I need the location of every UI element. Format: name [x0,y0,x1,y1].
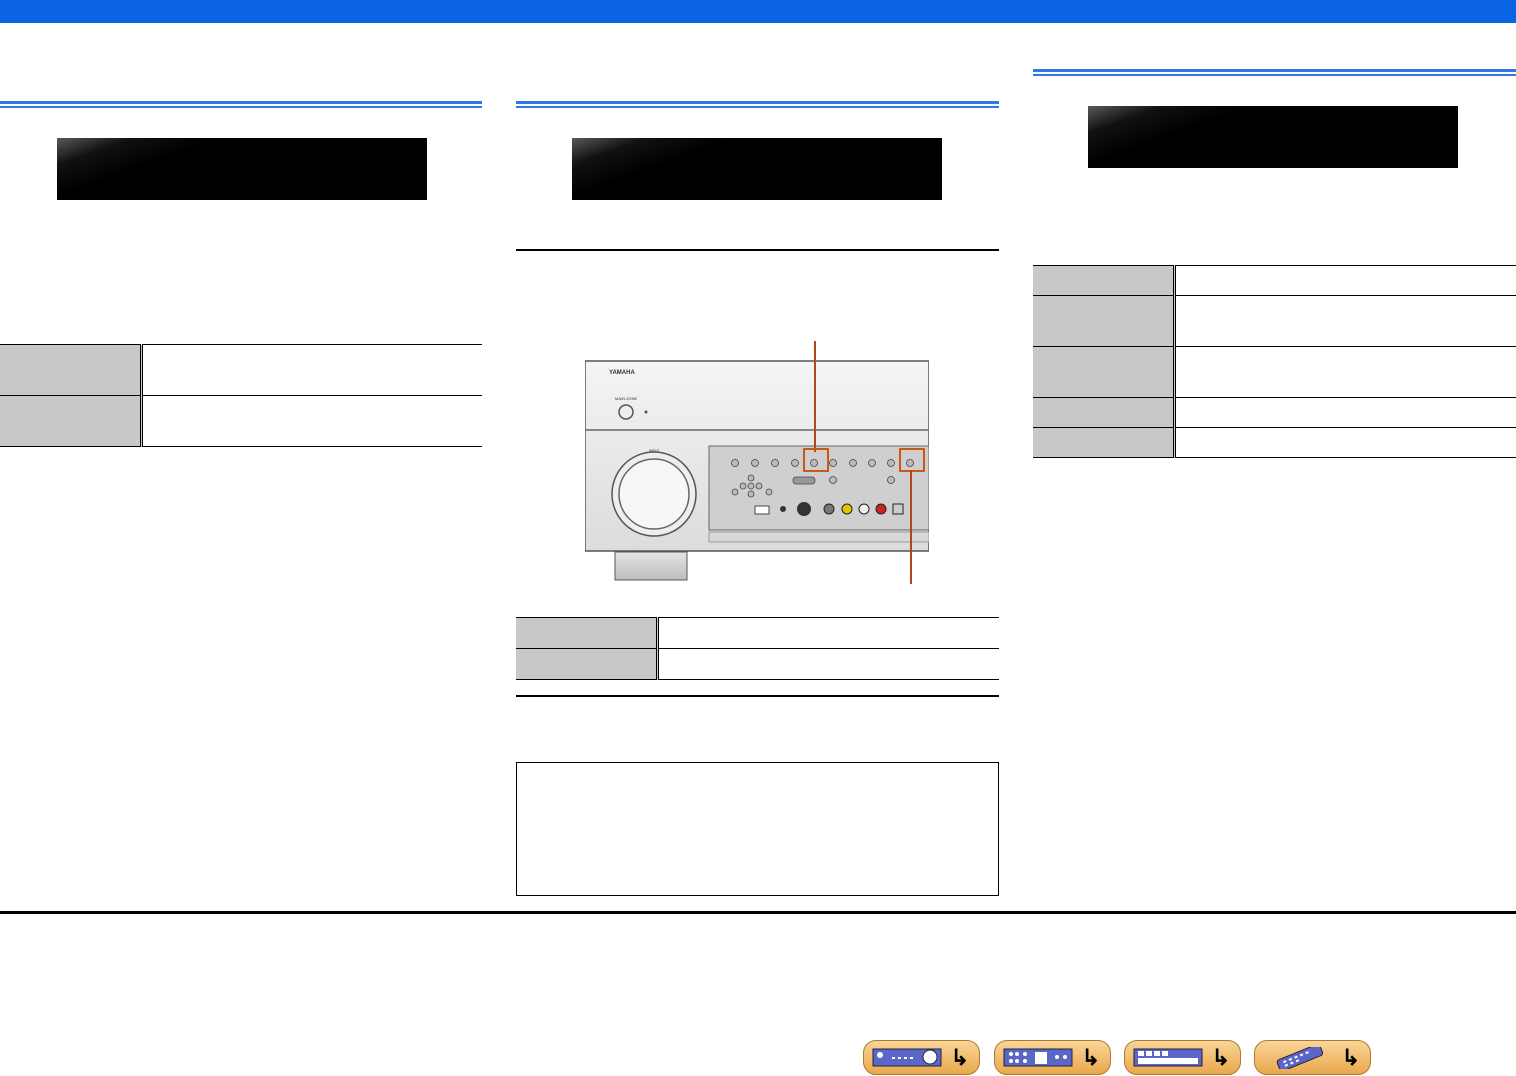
front-panel-illustration: YAMAHA MAIN ZONE INPUT [585,360,929,581]
subsection-rule [516,695,999,697]
nav-remote-control-button[interactable]: ↳ [1254,1040,1371,1075]
input-label: INPUT [649,449,660,453]
front-panel-icon [872,1048,942,1067]
arrow-icon: ↳ [1211,1045,1230,1070]
spec-table [516,617,999,680]
straight-button-highlight [803,448,829,472]
table-row [516,648,999,680]
subsection-rule [516,249,999,251]
note-box [516,762,999,896]
brand-logo: YAMAHA [609,370,635,376]
section-rule [1033,69,1516,76]
table-row [1033,295,1516,347]
callout-line [910,470,912,584]
nav-rear-panel-button[interactable]: ↳ [994,1040,1111,1075]
table-row [1033,346,1516,398]
table-row [0,395,482,447]
nav-front-panel-button[interactable]: ↳ [863,1040,980,1075]
section-title-box [1088,106,1458,168]
main-zone-label: MAIN ZONE [615,396,638,401]
spec-table [1033,265,1516,458]
rear-panel-icon [1003,1048,1073,1067]
remote-control-icon [1276,1047,1324,1069]
arrow-icon: ↳ [1081,1045,1100,1070]
footer-rule [0,911,1516,914]
section-rule [0,101,482,108]
table-row [1033,265,1516,296]
arrow-icon: ↳ [950,1045,969,1070]
info-button-highlight [899,448,925,472]
spec-table [0,344,482,447]
table-row [0,344,482,396]
display-icon [1133,1048,1203,1067]
top-bar [0,0,1516,23]
arrow-icon: ↳ [1341,1045,1360,1070]
nav-display-button[interactable]: ↳ [1124,1040,1241,1075]
section-title-box [572,138,942,200]
table-row [516,617,999,649]
section-rule [516,101,999,108]
table-row [1033,397,1516,428]
callout-line [814,341,816,452]
table-row [1033,427,1516,458]
section-title-box [57,138,427,200]
